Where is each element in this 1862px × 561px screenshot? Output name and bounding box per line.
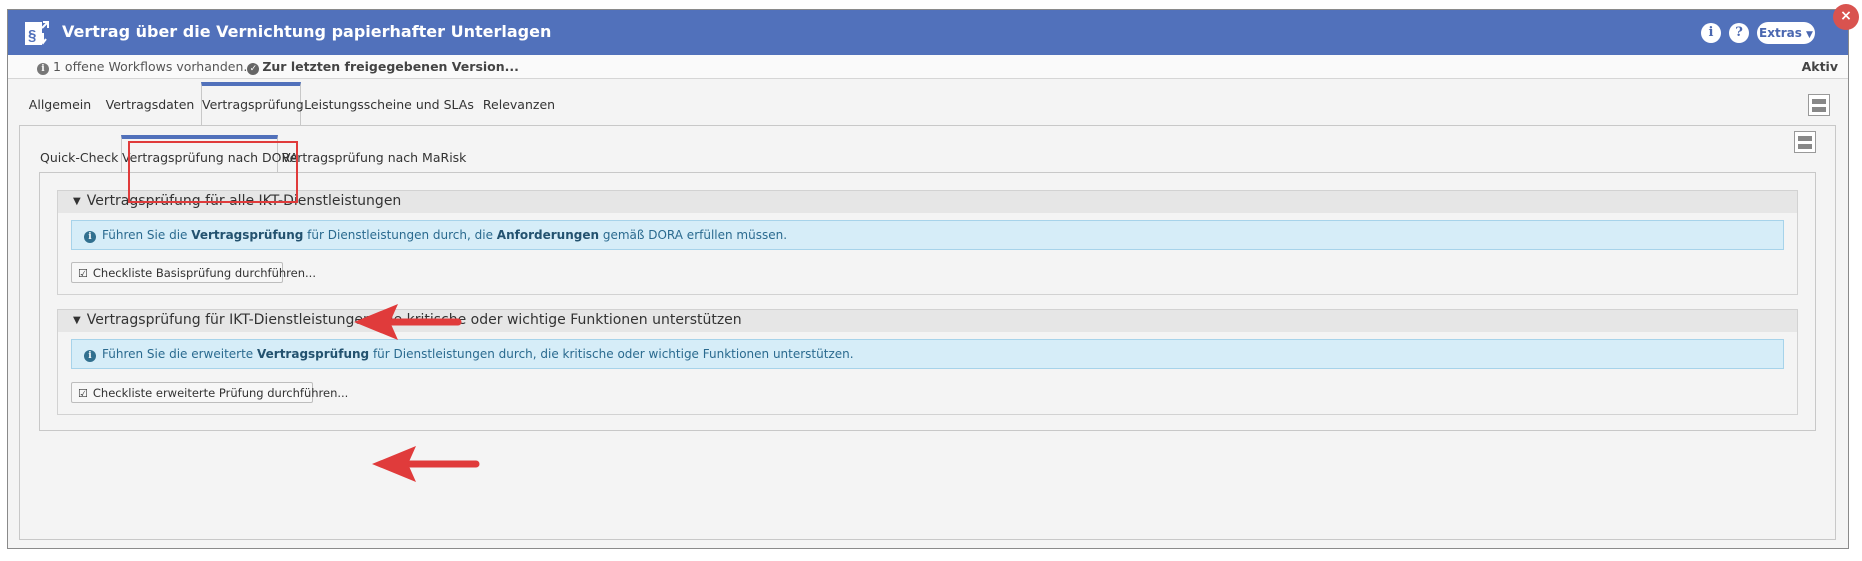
button-label: Checkliste erweiterte Prüfung durchführe… [92, 386, 349, 400]
tab-vertragspruefung[interactable]: Vertragsprüfung [201, 82, 304, 126]
close-button[interactable]: × [1833, 4, 1859, 30]
info-text: für Dienstleistungen durch, die kritisch… [369, 347, 854, 361]
info-icon: i [84, 231, 96, 243]
vertragspruefung-panel: Quick-Check Vertragsprüfung nach DORA Ve… [19, 125, 1836, 540]
tab-leistungsscheine[interactable]: Leistungsscheine und SLAs [303, 82, 475, 126]
tab-vertragsdaten[interactable]: Vertragsdaten [102, 82, 198, 126]
collapse-triangle-icon: ▼ [73, 315, 81, 326]
status-state: Aktiv [1801, 59, 1838, 74]
svg-text:§: § [28, 27, 36, 44]
basic-checklist-button[interactable]: ☑ Checkliste Basisprüfung durchführen... [71, 262, 316, 283]
info-text: Führen Sie die [102, 228, 192, 242]
button-label: Checkliste Basisprüfung durchführen... [92, 266, 316, 280]
info-icon: i [37, 63, 49, 75]
tab-relevanzen[interactable]: Relevanzen [480, 82, 558, 126]
contract-document-icon: § [25, 21, 49, 45]
help-button[interactable]: ? [1729, 23, 1749, 43]
layout-toggle-icon[interactable] [1794, 131, 1816, 153]
info-icon: i [84, 350, 96, 362]
annotation-arrow-icon [354, 304, 462, 340]
info-text: für Dienstleistungen durch, die [303, 228, 497, 242]
extended-checklist-button[interactable]: ☑ Checkliste erweiterte Prüfung durchführ… [71, 382, 348, 403]
status-bar: i 1 offene Workflows vorhanden. ✓ Zur letzt… [8, 55, 1848, 79]
section-header[interactable]: ▼ Vertragsprüfung für IKT-Dienstleistunge… [58, 310, 1797, 332]
info-button[interactable]: i [1701, 23, 1721, 43]
title-bar: § Vertrag über die Vernichtung papierhaf… [8, 10, 1848, 55]
section-basic: ▼ Vertragsprüfung für alle IKT-Dienstleis… [57, 190, 1798, 295]
info-text: Führen Sie die erweiterte [102, 347, 257, 361]
section-title: Vertragsprüfung für alle IKT-Dienstleist… [86, 193, 402, 209]
last-version-link[interactable]: Zur letzten freigegebenen Version... [262, 59, 519, 74]
info-box: i Führen Sie die Vertragsprüfung für Dien… [71, 220, 1784, 250]
collapse-triangle-icon: ▼ [73, 196, 81, 207]
info-emphasis: Vertragsprüfung [191, 228, 304, 242]
workflows-status: 1 offene Workflows vorhanden. [53, 59, 248, 74]
info-emphasis: Anforderungen [496, 228, 600, 242]
extras-menu-button[interactable]: Extras ▼ [1757, 22, 1815, 44]
caret-down-icon: ▼ [1806, 30, 1813, 40]
checkbox-icon: ☑ [78, 387, 88, 400]
section-header[interactable]: ▼ Vertragsprüfung für alle IKT-Dienstleis… [58, 191, 1797, 213]
annotation-arrow-icon [372, 446, 480, 482]
tab-allgemein[interactable]: Allgemein [20, 82, 100, 126]
checkbox-icon: ☑ [78, 267, 88, 280]
layout-toggle-icon[interactable] [1808, 94, 1830, 116]
info-emphasis: Vertragsprüfung [257, 347, 370, 361]
info-text: gemäß DORA erfüllen müssen. [599, 228, 788, 242]
extras-label: Extras [1759, 26, 1802, 40]
section-extended: ▼ Vertragsprüfung für IKT-Dienstleistunge… [57, 309, 1798, 415]
dialog-window: § Vertrag über die Vernichtung papierhaf… [7, 4, 1859, 549]
window-title: Vertrag über die Vernichtung papierhafte… [62, 22, 552, 41]
info-box: i Führen Sie die erweiterte Vertragsprüfu… [71, 339, 1784, 369]
check-circle-icon: ✓ [247, 63, 260, 75]
dora-panel: ▼ Vertragsprüfung für alle IKT-Dienstleis… [39, 172, 1816, 431]
